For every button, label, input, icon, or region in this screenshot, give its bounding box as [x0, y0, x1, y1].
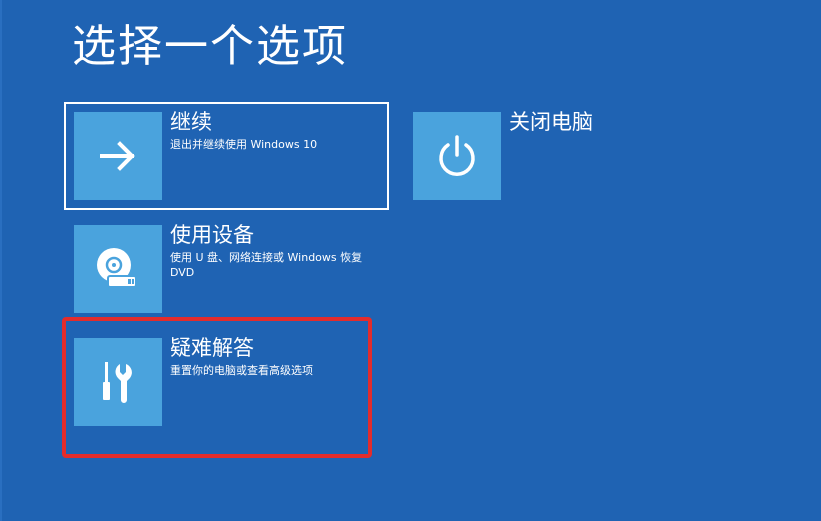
page-title: 选择一个选项 [72, 21, 348, 72]
option-shutdown[interactable]: 关闭电脑 [413, 110, 613, 202]
option-continue-description: 退出并继续使用 Windows 10 [170, 138, 318, 151]
option-use-device-description: 使用 U 盘、网络连接或 Windows 恢复 DVD [170, 251, 363, 279]
highlight-annotation-box [62, 317, 372, 458]
option-use-device-title: 使用设备 [170, 223, 254, 247]
use-device-tile[interactable] [74, 225, 162, 313]
arrow-right-icon [100, 141, 135, 171]
option-shutdown-title: 关闭电脑 [509, 110, 593, 134]
option-continue-title: 继续 [170, 110, 212, 134]
disc-drive-icon [97, 248, 137, 288]
continue-tile[interactable] [74, 112, 162, 200]
option-continue[interactable]: 继续 退出并继续使用 Windows 10 [74, 110, 384, 202]
power-icon [439, 135, 475, 176]
shutdown-tile[interactable] [413, 112, 501, 200]
option-use-device[interactable]: 使用设备 使用 U 盘、网络连接或 Windows 恢复 DVD [74, 223, 384, 315]
recovery-screen: 选择一个选项 继续 退出并继续使用 Windows 10 关闭电脑 使用设备 使… [0, 0, 821, 521]
